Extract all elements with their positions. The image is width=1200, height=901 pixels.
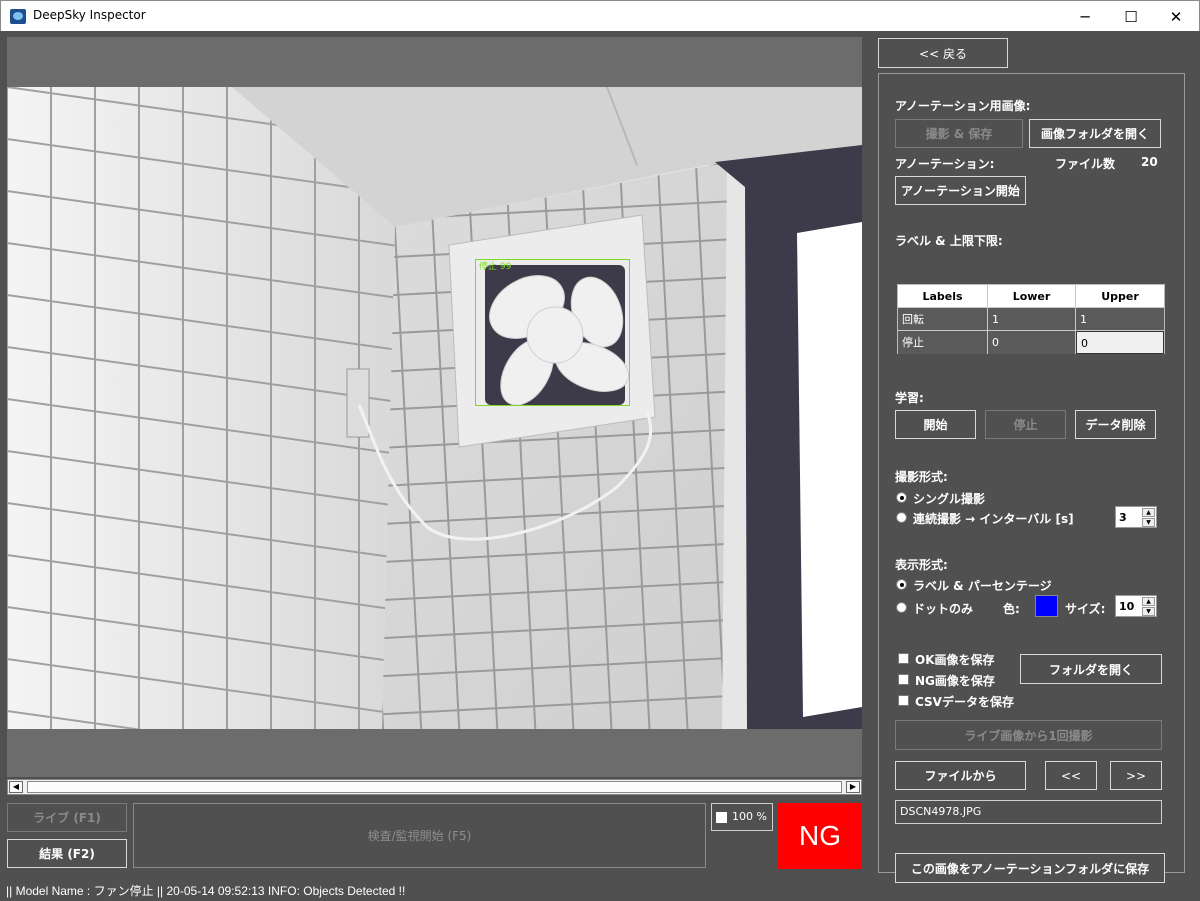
detection-label: 停止 99 xyxy=(479,262,512,272)
continuous-capture-label: 連続撮影 → インターバル [s] xyxy=(913,512,1074,526)
size-value[interactable]: 10 xyxy=(1119,600,1134,613)
horizontal-scrollbar[interactable]: ◀ ▶ xyxy=(7,779,862,795)
minimize-button[interactable]: ─ xyxy=(1062,1,1108,32)
save-to-annotation-button[interactable]: この画像をアノーテーションフォルダに保存 xyxy=(895,853,1165,883)
back-button[interactable]: << 戻る xyxy=(878,38,1008,68)
single-capture-radio[interactable] xyxy=(896,492,907,503)
annotation-images-heading: アノーテーション用画像: xyxy=(895,99,1031,113)
table-cell-label[interactable]: 停止 xyxy=(898,331,988,354)
maximize-button[interactable]: ☐ xyxy=(1108,1,1154,32)
zoom-label: 100 % xyxy=(732,810,767,823)
learn-stop-button[interactable]: 停止 xyxy=(985,410,1066,439)
inspect-start-button[interactable]: 検査/監視開始 (F5) xyxy=(133,803,706,868)
table-header-labels: Labels xyxy=(898,285,988,308)
status-bar: || Model Name : ファン停止 || 20-05-14 09:52:… xyxy=(6,884,406,898)
learning-heading: 学習: xyxy=(895,391,924,405)
save-ng-checkbox[interactable] xyxy=(898,674,909,685)
continuous-capture-radio[interactable] xyxy=(896,512,907,523)
scroll-thumb[interactable] xyxy=(27,781,842,793)
annotation-start-button[interactable]: アノーテーション開始 xyxy=(895,176,1026,205)
stepper-up-icon[interactable]: ▲ xyxy=(1142,597,1155,606)
learn-start-button[interactable]: 開始 xyxy=(895,410,976,439)
table-header-lower: Lower xyxy=(988,285,1076,308)
label-limits-heading: ラベル & 上限下限: xyxy=(895,234,1003,248)
judgement-indicator: NG xyxy=(778,803,862,869)
detection-box xyxy=(475,259,630,406)
app-icon xyxy=(10,9,26,24)
label-percentage-label: ラベル & パーセンテージ xyxy=(913,579,1052,593)
dots-only-radio[interactable] xyxy=(896,602,907,613)
save-ng-label: NG画像を保存 xyxy=(915,674,995,688)
from-file-button[interactable]: ファイルから xyxy=(895,761,1026,790)
table-cell-label[interactable]: 回転 xyxy=(898,308,988,331)
close-button[interactable]: ✕ xyxy=(1153,1,1199,32)
camera-image: 停止 99 xyxy=(7,87,862,729)
file-count-label: ファイル数 xyxy=(1055,157,1116,171)
camera-scene xyxy=(7,87,862,729)
table-cell-lower[interactable]: 0 xyxy=(988,331,1076,354)
save-ok-checkbox[interactable] xyxy=(898,653,909,664)
annotation-heading: アノーテーション: xyxy=(895,157,995,171)
scroll-right-icon[interactable]: ▶ xyxy=(846,781,860,793)
interval-value[interactable]: 3 xyxy=(1119,511,1127,524)
live-button[interactable]: ライブ (F1) xyxy=(7,803,127,832)
dot-color-swatch[interactable] xyxy=(1035,595,1058,617)
save-csv-checkbox[interactable] xyxy=(898,695,909,706)
zoom-toggle[interactable]: 100 % xyxy=(711,803,773,831)
stepper-down-icon[interactable]: ▼ xyxy=(1142,518,1155,527)
title-bar: DeepSky Inspector ─ ☐ ✕ xyxy=(0,0,1200,31)
dots-only-label: ドットのみ xyxy=(913,602,974,616)
save-ok-label: OK画像を保存 xyxy=(915,653,995,667)
table-header-upper: Upper xyxy=(1076,285,1164,308)
stepper-up-icon[interactable]: ▲ xyxy=(1142,508,1155,517)
next-image-button[interactable]: >> xyxy=(1110,761,1162,790)
single-capture-label: シングル撮影 xyxy=(913,492,986,506)
open-image-folder-button[interactable]: 画像フォルダを開く xyxy=(1029,119,1161,148)
zoom-checkbox[interactable] xyxy=(716,812,727,823)
interval-stepper[interactable]: 3 ▲ ▼ xyxy=(1115,506,1157,528)
filename-field[interactable]: DSCN4978.JPG xyxy=(895,800,1162,824)
table-cell-upper-selected[interactable]: 0 xyxy=(1076,331,1164,354)
label-percentage-radio[interactable] xyxy=(896,579,907,590)
result-button[interactable]: 結果 (F2) xyxy=(7,839,127,868)
scroll-left-icon[interactable]: ◀ xyxy=(9,781,23,793)
settings-panel: アノーテーション用画像: 撮影 & 保存 画像フォルダを開く アノーテーション:… xyxy=(878,73,1185,883)
size-label: サイズ: xyxy=(1065,602,1106,616)
stepper-down-icon[interactable]: ▼ xyxy=(1142,607,1155,616)
capture-from-live-button[interactable]: ライブ画像から1回撮影 xyxy=(895,720,1162,750)
display-mode-heading: 表示形式: xyxy=(895,558,948,572)
file-count-value: 20 xyxy=(1141,155,1158,169)
save-csv-label: CSVデータを保存 xyxy=(915,695,1014,709)
table-cell-upper[interactable]: 1 xyxy=(1076,308,1164,331)
main-window: 停止 99 ◀ ▶ ライブ (F1) 結果 (F2) 検査/監視開始 (F5) … xyxy=(0,31,1200,901)
prev-image-button[interactable]: << xyxy=(1045,761,1097,790)
labels-table[interactable]: Labels Lower Upper 回転 1 1 停止 0 0 xyxy=(897,284,1165,354)
window-title: DeepSky Inspector xyxy=(33,8,146,22)
delete-data-button[interactable]: データ削除 xyxy=(1075,410,1156,439)
open-folder-button[interactable]: フォルダを開く xyxy=(1020,654,1162,684)
capture-save-button[interactable]: 撮影 & 保存 xyxy=(895,119,1023,148)
capture-mode-heading: 撮影形式: xyxy=(895,470,948,484)
size-stepper[interactable]: 10 ▲ ▼ xyxy=(1115,595,1157,617)
table-cell-lower[interactable]: 1 xyxy=(988,308,1076,331)
color-label: 色: xyxy=(1003,602,1020,616)
image-viewer[interactable]: 停止 99 xyxy=(7,37,862,777)
